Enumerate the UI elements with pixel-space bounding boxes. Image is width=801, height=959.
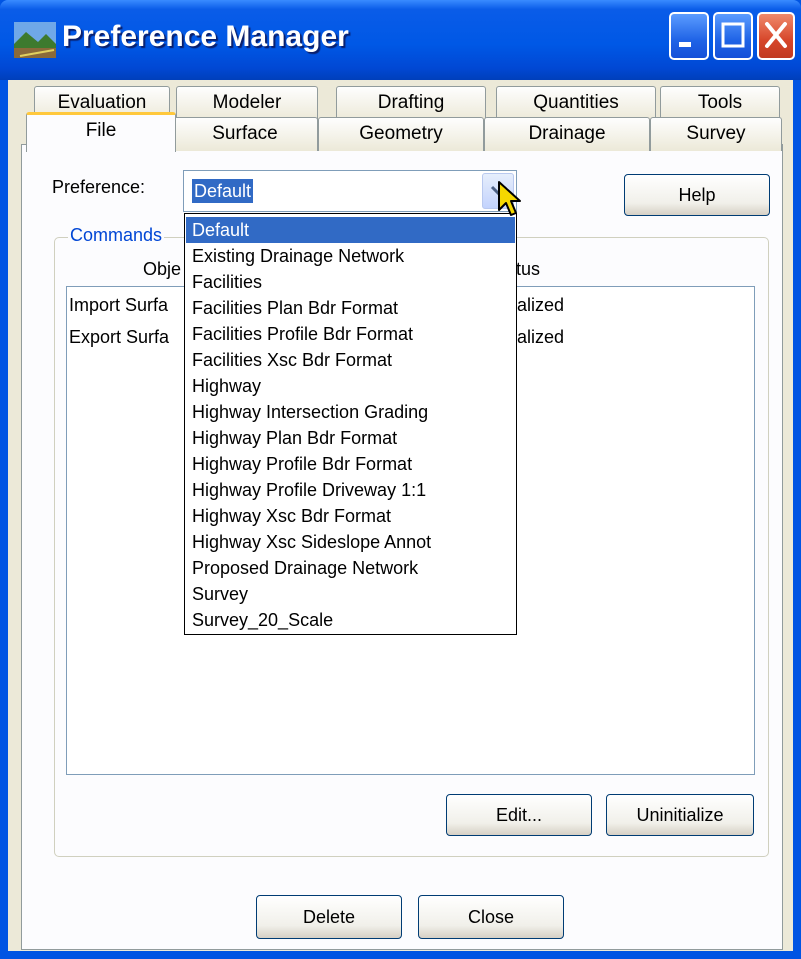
dropdown-option[interactable]: Highway Profile Bdr Format — [186, 451, 515, 477]
column-header-object[interactable]: Obje — [143, 259, 181, 280]
tab-quantities[interactable]: Quantities — [496, 86, 656, 120]
uninitialize-button-label: Uninitialize — [636, 805, 724, 825]
title-bar[interactable]: Preference Manager — [0, 0, 801, 80]
dropdown-option[interactable]: Highway Intersection Grading — [186, 399, 515, 425]
dropdown-option[interactable]: Facilities Plan Bdr Format — [186, 295, 515, 321]
tab-modeler[interactable]: Modeler — [176, 86, 318, 120]
tab-drainage[interactable]: Drainage — [484, 117, 650, 151]
maximize-icon — [721, 22, 745, 48]
close-button[interactable]: Close — [418, 895, 564, 939]
list-item-object[interactable]: Import Surfa — [69, 295, 168, 316]
dropdown-option[interactable]: Highway Xsc Bdr Format — [186, 503, 515, 529]
dropdown-option[interactable]: Highway Xsc Sideslope Annot — [186, 529, 515, 555]
mouse-cursor-icon — [498, 181, 521, 216]
delete-button-label: Delete — [302, 907, 356, 927]
delete-button[interactable]: Delete — [256, 895, 402, 939]
dropdown-option[interactable]: Facilities Xsc Bdr Format — [186, 347, 515, 373]
dropdown-option[interactable]: Facilities Profile Bdr Format — [186, 321, 515, 347]
dropdown-option[interactable]: Highway Profile Driveway 1:1 — [186, 477, 515, 503]
edit-button[interactable]: Edit... — [446, 794, 592, 836]
dropdown-option[interactable]: Highway — [186, 373, 515, 399]
list-item-status: alized — [517, 295, 565, 315]
edit-button-label: Edit... — [495, 805, 543, 825]
dropdown-option[interactable]: Proposed Drainage Network — [186, 555, 515, 581]
dropdown-option[interactable]: Existing Drainage Network — [186, 243, 515, 269]
tab-tools[interactable]: Tools — [660, 86, 780, 120]
close-button-label: Close — [467, 907, 515, 927]
window-title: Preference Manager — [62, 20, 349, 53]
help-button[interactable]: Help — [624, 174, 770, 216]
list-item-object[interactable]: Export Surfa — [69, 327, 169, 348]
dropdown-option[interactable]: Highway Plan Bdr Format — [186, 425, 515, 451]
dropdown-option[interactable]: Default — [186, 217, 515, 243]
minimize-icon — [679, 42, 691, 47]
preference-dropdown-list[interactable]: Default Existing Drainage Network Facili… — [184, 213, 517, 635]
close-window-button[interactable] — [757, 12, 795, 60]
preference-selected-value: Default — [192, 179, 254, 203]
tab-survey[interactable]: Survey — [650, 117, 782, 151]
tab-geometry[interactable]: Geometry — [318, 117, 484, 151]
preference-label: Preference: — [52, 177, 146, 197]
help-button-label: Help — [678, 185, 716, 205]
app-icon — [14, 22, 56, 58]
preference-select[interactable]: Default — [183, 170, 517, 212]
preference-manager-window: Preference Manager Evaluation Modeler Dr… — [0, 0, 801, 959]
dropdown-option[interactable]: Facilities — [186, 269, 515, 295]
minimize-button[interactable] — [669, 12, 709, 60]
column-header-status[interactable]: tus — [516, 259, 540, 280]
dropdown-option[interactable]: Survey — [186, 581, 515, 607]
list-item-status: alized — [517, 327, 565, 347]
close-icon — [765, 22, 787, 48]
maximize-button[interactable] — [713, 12, 753, 60]
tab-drafting[interactable]: Drafting — [336, 86, 486, 120]
dropdown-option[interactable]: Survey_20_Scale — [186, 607, 515, 633]
tab-surface[interactable]: Surface — [172, 117, 318, 151]
tab-file[interactable]: File — [26, 112, 176, 152]
uninitialize-button[interactable]: Uninitialize — [606, 794, 754, 836]
commands-group-title: Commands — [68, 225, 165, 246]
